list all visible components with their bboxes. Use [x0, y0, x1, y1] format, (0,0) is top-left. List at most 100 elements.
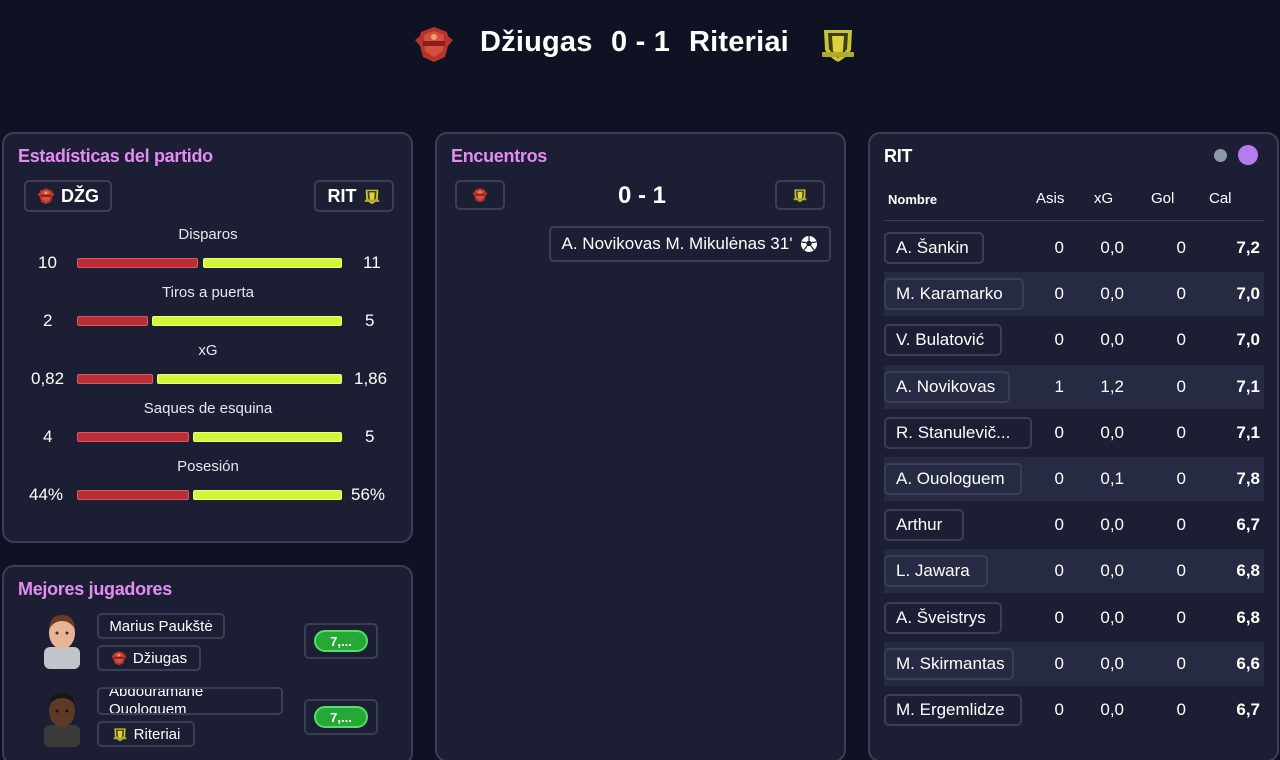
panel-title: Mejores jugadores: [18, 579, 172, 599]
stat-away-bar: [193, 490, 342, 500]
player-name-chip[interactable]: L. Jawara: [884, 555, 988, 588]
player-goals: 0: [1176, 330, 1186, 350]
column-header-xg[interactable]: xG: [1094, 190, 1113, 207]
player-goals: 0: [1176, 422, 1186, 442]
table-row[interactable]: M. Karamarko 0 0,0 0 7,0: [884, 272, 1264, 317]
match-score: 0 - 1: [611, 26, 671, 58]
player-rating: 7,1: [1236, 422, 1260, 442]
away-team-crest-icon: [792, 187, 808, 203]
home-team-crest-icon: [37, 187, 55, 205]
header-divider: [884, 220, 1264, 221]
player-rating: 6,8: [1236, 561, 1260, 581]
player-name-chip[interactable]: Marius Paukštė: [97, 613, 225, 639]
table-row[interactable]: V. Bulatović 0 0,0 0 7,0: [884, 318, 1264, 362]
player-name-chip[interactable]: M. Skirmantas: [884, 647, 1014, 680]
column-header-goals[interactable]: Gol: [1151, 190, 1174, 207]
table-row[interactable]: A. Novikovas 1 1,2 0 7,1: [884, 364, 1264, 409]
table-row[interactable]: L. Jawara 0 0,0 0 6,8: [884, 549, 1264, 594]
table-row[interactable]: A. Šveistrys 0 0,0 0 6,8: [884, 596, 1264, 640]
table-row[interactable]: M. Ergemlidze 0 0,0 0 6,7: [884, 688, 1264, 732]
player-team-chip[interactable]: Džiugas: [97, 645, 201, 671]
player-assists: 0: [1054, 238, 1064, 257]
player-xg: 0,1: [1100, 469, 1124, 488]
best-player-name: Abdouramane Ouologuem: [109, 687, 204, 715]
player-name-chip[interactable]: V. Bulatović: [884, 324, 1002, 357]
away-team-crest-icon: [818, 24, 858, 64]
stat-away-bar: [193, 432, 342, 442]
player-name-chip[interactable]: A. Šankin: [884, 232, 984, 264]
stat-label: Disparos: [178, 226, 238, 243]
goal-event-text: A. Novikovas M. Mikulėnas 31': [561, 234, 793, 253]
player-name-chip[interactable]: Arthur: [884, 509, 964, 542]
stat-label: Tiros a puerta: [162, 284, 254, 301]
table-row[interactable]: M. Skirmantas 0 0,0 0 6,6: [884, 641, 1264, 686]
player-team-chip[interactable]: Riteriai: [97, 721, 195, 747]
away-team-crest-icon: [363, 187, 381, 205]
home-team-chip[interactable]: [455, 180, 505, 210]
player-assists: 0: [1054, 607, 1064, 627]
player-rating: 7,0: [1236, 284, 1260, 304]
stat-home-value: 0,82: [31, 369, 65, 388]
away-team-crest-icon: [112, 726, 128, 742]
column-header-rating[interactable]: Cal: [1209, 190, 1232, 207]
player-rating: 7,...: [314, 706, 368, 728]
goal-event-chip[interactable]: A. Novikovas M. Mikulėnas 31': [549, 226, 831, 262]
player-name-chip[interactable]: A. Novikovas: [884, 370, 1010, 403]
player-xg: 0,0: [1100, 653, 1124, 673]
stat-label: Saques de esquina: [143, 400, 273, 417]
lineup-panel: RIT Nombre Asis xG Gol Cal A. Šankin 0 0,0…: [868, 132, 1279, 760]
panel-title: Encuentros: [451, 146, 548, 166]
toggle-dot-purple[interactable]: [1238, 145, 1258, 165]
stat-label: xG: [198, 342, 218, 359]
stat-home-bar: [77, 432, 189, 442]
player-rating: 6,7: [1236, 700, 1260, 719]
player-goals: 0: [1176, 376, 1186, 396]
player-xg: 0,0: [1100, 561, 1124, 581]
column-header-assists[interactable]: Asis: [1036, 190, 1064, 207]
home-team-crest-icon: [472, 187, 488, 203]
player-xg: 0,0: [1100, 422, 1124, 442]
best-player-team: Džiugas: [132, 649, 188, 667]
player-name-chip[interactable]: A. Šveistrys: [884, 601, 1002, 634]
stat-away-value: 5: [365, 311, 375, 330]
player-xg: 0,0: [1100, 238, 1124, 257]
away-team-chip[interactable]: [775, 180, 825, 210]
panel-title: RIT: [884, 146, 913, 166]
player-name-chip[interactable]: Abdouramane Ouologuem: [97, 687, 283, 715]
player-goals: 0: [1176, 561, 1186, 581]
away-team-chip[interactable]: RIT: [314, 180, 394, 212]
player-name-chip[interactable]: M. Ergemlidze: [884, 694, 1022, 726]
column-header-name[interactable]: Nombre: [888, 192, 937, 207]
stat-away-bar: [157, 374, 342, 384]
player-name-chip[interactable]: A. Ouologuem: [884, 463, 1022, 495]
player-name-chip[interactable]: R. Stanulevič...: [884, 416, 1032, 449]
best-player-team: Riteriai: [133, 725, 181, 743]
stat-away-bar: [203, 258, 342, 268]
table-row[interactable]: A. Ouologuem 0 0,1 0 7,8: [884, 457, 1264, 501]
home-team-crest-icon: [414, 24, 454, 64]
toggle-dot-grey[interactable]: [1214, 149, 1227, 162]
stat-home-bar: [77, 490, 189, 500]
table-row[interactable]: Arthur 0 0,0 0 6,7: [884, 503, 1264, 547]
player-xg: 0,0: [1100, 700, 1124, 719]
player-name-chip[interactable]: M. Karamarko: [884, 278, 1024, 311]
player-goals: 0: [1176, 607, 1186, 627]
stat-home-value: 44%: [29, 485, 64, 504]
table-row[interactable]: A. Šankin 0 0,0 0 7,2: [884, 226, 1264, 270]
events-panel: Encuentros 0 - 1 A. Novikovas M. Mikulėn…: [435, 132, 846, 760]
player-goals: 0: [1176, 515, 1186, 535]
match-header: Džiugas 0 - 1 Riteriai: [0, 0, 1280, 90]
table-row[interactable]: R. Stanulevič... 0 0,0 0 7,1: [884, 411, 1264, 455]
stat-home-bar: [77, 374, 153, 384]
home-team-chip[interactable]: DŽG: [24, 180, 112, 212]
events-score: 0 - 1: [617, 182, 667, 209]
player-xg: 0,0: [1100, 330, 1124, 350]
home-team-crest-icon: [111, 650, 127, 666]
player-goals: 0: [1176, 469, 1186, 488]
football-icon: [801, 236, 818, 252]
away-team-short: RIT: [327, 185, 357, 206]
stat-home-value: 4: [43, 427, 53, 446]
player-assists: 0: [1054, 469, 1064, 488]
player-rating: 7,2: [1236, 238, 1260, 257]
player-goals: 0: [1176, 238, 1186, 257]
